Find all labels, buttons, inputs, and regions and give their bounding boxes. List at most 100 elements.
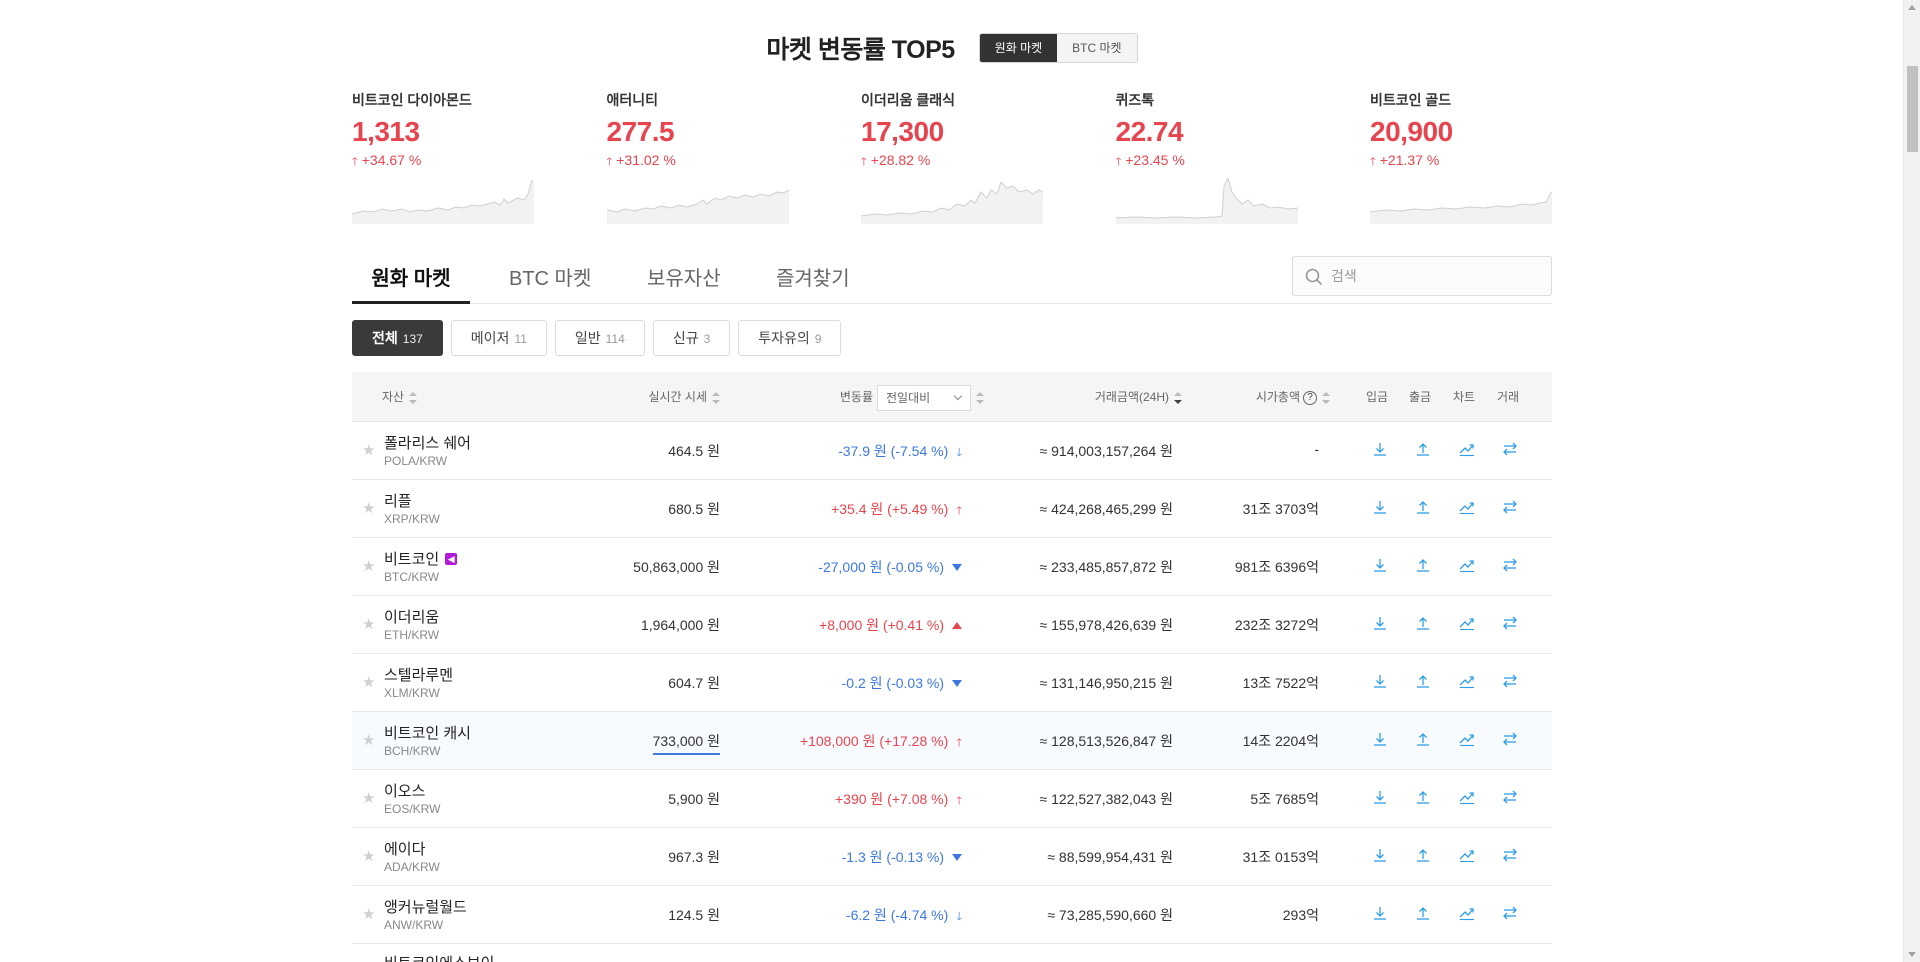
filter-caution[interactable]: 투자유의 9 (738, 320, 842, 356)
top5-card-price: 22.74 (1115, 116, 1184, 147)
tab-krw-market[interactable]: 원화 마켓 (352, 262, 470, 304)
coin-code: BCH/KRW (384, 744, 441, 758)
filter-major[interactable]: 메이저 11 (450, 320, 547, 356)
withdraw-icon[interactable] (1414, 846, 1432, 864)
chart-icon[interactable] (1458, 904, 1476, 922)
trade-icon[interactable] (1501, 440, 1519, 458)
withdraw-icon[interactable] (1414, 614, 1432, 632)
trade-icon[interactable] (1501, 788, 1519, 806)
change-cell: +390 원 (+7.08 %) 🡑 (835, 789, 962, 811)
deposit-icon[interactable] (1371, 846, 1389, 864)
star-icon[interactable]: ★ (362, 849, 375, 864)
coin-code: XRP/KRW (384, 512, 440, 526)
table-row[interactable]: ★ 리플 XRP/KRW 680.5 원 +35.4 원 (+5.49 %) 🡑 ≈ 424… (352, 480, 1552, 538)
star-icon[interactable]: ★ (362, 907, 375, 922)
scroll-down-icon[interactable] (1908, 952, 1916, 957)
scroll-up-icon[interactable] (1908, 5, 1916, 10)
coin-name: 폴라리스 쉐어 (384, 432, 471, 453)
chart-icon[interactable] (1458, 672, 1476, 690)
star-icon[interactable]: ★ (362, 675, 375, 690)
filter-count: 3 (703, 332, 711, 346)
withdraw-icon[interactable] (1414, 672, 1432, 690)
filter-new[interactable]: 신규 3 (652, 320, 731, 356)
table-row[interactable]: ★ 이오스 EOS/KRW 5,900 원 +390 원 (+7.08 %) 🡑 ≈ 122… (352, 770, 1552, 828)
trade-icon[interactable] (1501, 556, 1519, 574)
header-change-label: 변동률 (839, 390, 873, 404)
trade-icon[interactable] (1501, 614, 1519, 632)
withdraw-icon[interactable] (1414, 556, 1432, 574)
deposit-icon[interactable] (1371, 440, 1389, 458)
search-input[interactable] (1331, 265, 1541, 287)
tab-btc-market[interactable]: BTC 마켓 (509, 262, 591, 304)
star-icon[interactable]: ★ (362, 559, 375, 574)
withdraw-icon[interactable] (1414, 788, 1432, 806)
coin-name: 이더리움 (384, 606, 439, 627)
withdraw-icon[interactable] (1414, 498, 1432, 516)
top5-card[interactable]: 이더리움 클래식 17,300 🡑 +28.82 % (861, 90, 1043, 224)
chart-icon[interactable] (1458, 788, 1476, 806)
top5-card[interactable]: 퀴즈톡 22.74 🡑 +23.45 % (1115, 90, 1298, 224)
header-asset[interactable]: 자산 (382, 372, 418, 422)
chart-icon[interactable] (1458, 556, 1476, 574)
top5-card[interactable]: 비트코인 골드 20,900 🡑 +21.37 % (1370, 90, 1552, 224)
price-cell: 604.7 원 (668, 675, 720, 691)
tab-favorites[interactable]: 즐겨찾기 (776, 262, 850, 304)
top5-card[interactable]: 비트코인 다이아몬드 1,313 🡑 +34.67 % (352, 90, 534, 224)
filter-count: 114 (605, 332, 625, 346)
table-row[interactable]: ★ 스텔라루멘 XLM/KRW 604.7 원 -0.2 원 (-0.03 %) ≈ 13… (352, 654, 1552, 712)
page-scrollbar[interactable] (1903, 0, 1920, 962)
trade-icon[interactable] (1501, 498, 1519, 516)
withdraw-icon[interactable] (1414, 440, 1432, 458)
table-row[interactable]: 비트코인에스브이 (352, 944, 1552, 962)
help-icon[interactable]: ? (1303, 390, 1317, 405)
trade-icon[interactable] (1501, 846, 1519, 864)
header-price[interactable]: 실시간 시세 (648, 372, 720, 422)
star-icon[interactable]: ★ (362, 733, 375, 748)
table-row[interactable]: ★ 비트코인 캐시 BCH/KRW 733,000 원 +108,000 원 (+17.… (352, 712, 1552, 770)
withdraw-icon[interactable] (1414, 904, 1432, 922)
deposit-icon[interactable] (1371, 672, 1389, 690)
sort-icon[interactable] (976, 391, 984, 404)
change-cell: +35.4 원 (+5.49 %) 🡑 (831, 499, 962, 521)
top5-tab-btc[interactable]: BTC 마켓 (1057, 34, 1137, 62)
table-row[interactable]: ★ 폴라리스 쉐어 POLA/KRW 464.5 원 -37.9 원 (-7.54 %)… (352, 422, 1552, 480)
deposit-icon[interactable] (1371, 614, 1389, 632)
star-icon[interactable]: ★ (362, 443, 375, 458)
deposit-icon[interactable] (1371, 730, 1389, 748)
chart-icon[interactable] (1458, 498, 1476, 516)
deposit-icon[interactable] (1371, 498, 1389, 516)
deposit-icon[interactable] (1371, 556, 1389, 574)
trade-icon[interactable] (1501, 904, 1519, 922)
coin-code: ANW/KRW (384, 918, 444, 932)
coin-code: BTC/KRW (384, 570, 440, 584)
star-icon[interactable]: ★ (362, 791, 375, 806)
star-icon[interactable]: ★ (362, 617, 375, 632)
arrow-up-icon: 🡑 (606, 156, 613, 168)
table-row[interactable]: ★ 비트코인 ◀ BTC/KRW 50,863,000 원 -27,000 원 (-0.0… (352, 538, 1552, 596)
table-row[interactable]: ★ 앵커뉴럴월드 ANW/KRW 124.5 원 -6.2 원 (-4.74 %) 🡓 ≈ … (352, 886, 1552, 944)
header-cap[interactable]: 시가총액? (1256, 372, 1330, 422)
chart-icon[interactable] (1458, 730, 1476, 748)
top5-card[interactable]: 애터니티 277.5 🡑 +31.02 % (606, 90, 789, 224)
change-basis-select[interactable]: 전일대비 (877, 384, 971, 411)
top5-tab-krw[interactable]: 원화 마켓 (979, 34, 1058, 62)
filter-all[interactable]: 전체 137 (352, 320, 443, 356)
coin-name: 앵커뉴럴월드 (384, 896, 467, 917)
table-row[interactable]: ★ 이더리움 ETH/KRW 1,964,000 원 +8,000 원 (+0.41 %… (352, 596, 1552, 654)
trade-icon[interactable] (1501, 730, 1519, 748)
top5-card-price: 17,300 (861, 116, 944, 147)
trade-icon[interactable] (1501, 672, 1519, 690)
scrollbar-thumb[interactable] (1907, 66, 1918, 152)
star-icon[interactable]: ★ (362, 501, 375, 516)
tab-holdings[interactable]: 보유자산 (647, 262, 721, 304)
header-volume[interactable]: 거래금액(24H) (1095, 372, 1182, 422)
chart-icon[interactable] (1458, 614, 1476, 632)
chart-icon[interactable] (1458, 440, 1476, 458)
deposit-icon[interactable] (1371, 904, 1389, 922)
chart-icon[interactable] (1458, 846, 1476, 864)
withdraw-icon[interactable] (1414, 730, 1432, 748)
volume-cell: ≈ 128,513,526,847 원 (1039, 733, 1173, 749)
filter-general[interactable]: 일반 114 (554, 320, 645, 356)
deposit-icon[interactable] (1371, 788, 1389, 806)
table-row[interactable]: ★ 에이다 ADA/KRW 967.3 원 -1.3 원 (-0.13 %) ≈ 88,5… (352, 828, 1552, 886)
